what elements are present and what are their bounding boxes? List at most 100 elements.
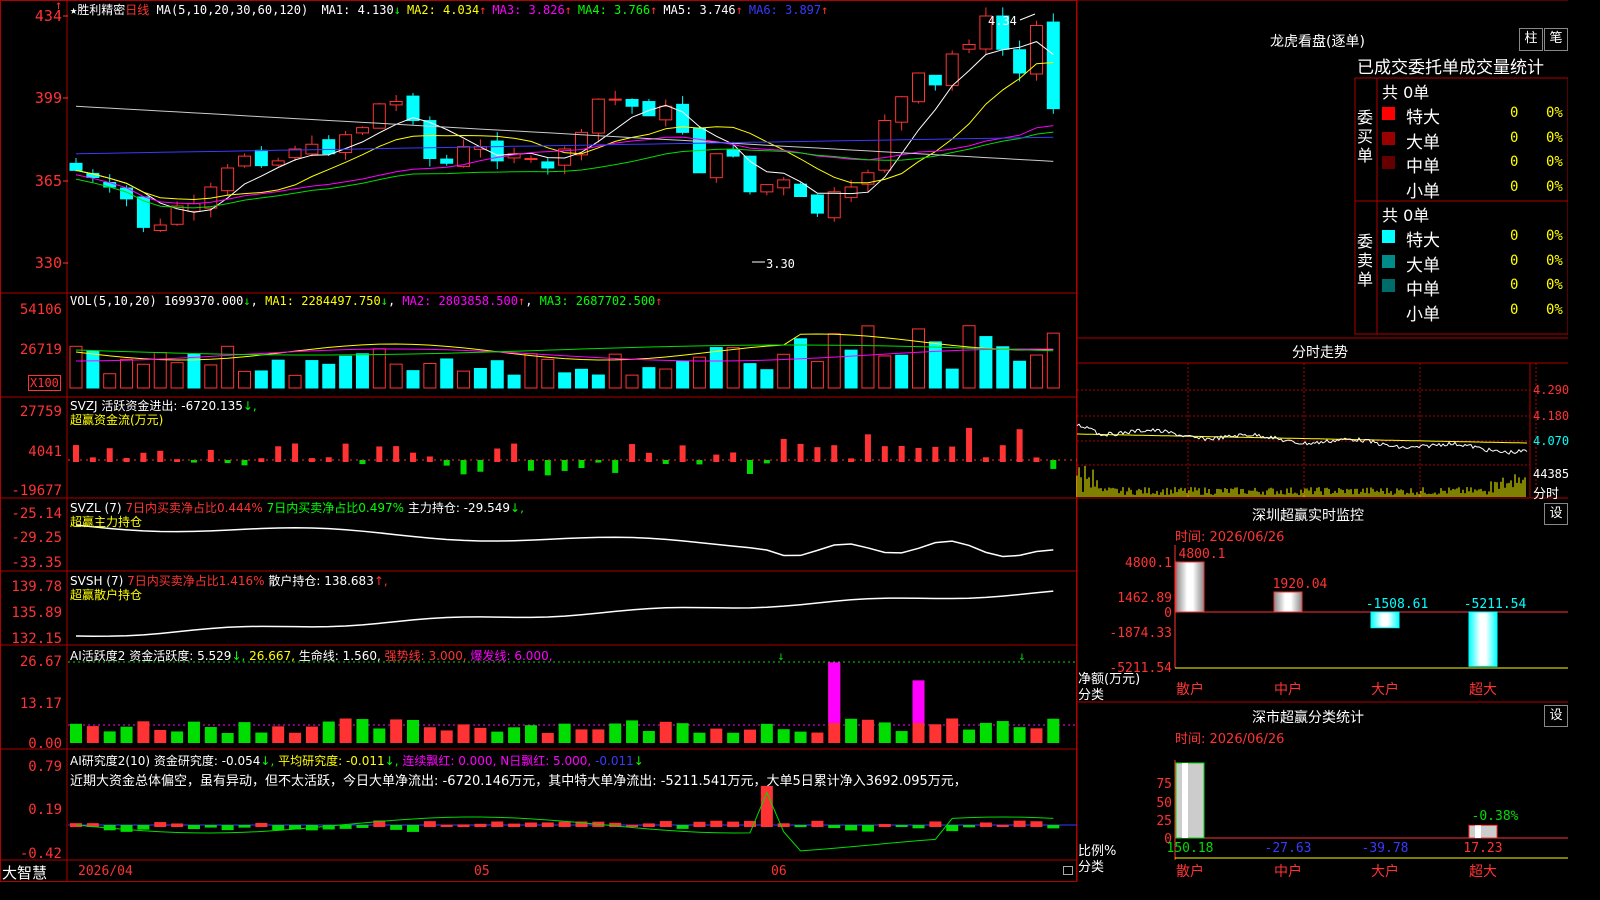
row-pct: 0% (1546, 228, 1563, 244)
ai1-bar (1047, 718, 1060, 743)
ai1-bar (861, 719, 874, 743)
candle-down (625, 98, 639, 107)
ai1-bar (137, 721, 150, 743)
timeline-label-2: 06 (771, 864, 787, 879)
volume-bar (962, 325, 976, 389)
volume-bar (659, 368, 673, 389)
volume-bar (861, 325, 875, 389)
stats-time: 时间: 2026/06/26 (1175, 732, 1285, 747)
stock-name[interactable]: 胜利精密 (77, 3, 125, 17)
monitor-bar (1273, 591, 1303, 613)
lock-icon[interactable] (1063, 866, 1073, 875)
period-label[interactable]: 日线 (125, 3, 149, 17)
ai2-bar (659, 821, 672, 827)
high-price-label: 4.34 (988, 14, 1017, 28)
svzj-bar (999, 445, 1006, 462)
row-pct: 0% (1546, 129, 1563, 146)
row-count: 0 (1510, 178, 1519, 195)
candle-up (709, 153, 723, 179)
bar-view-button[interactable]: 柱 (1519, 28, 1543, 51)
ai2-header: AI研究度2(10) 资金研究度: -0.054↓, 平均研究度: -0.011… (70, 752, 644, 769)
monitor-value-label: 1920.04 (1273, 577, 1328, 592)
volume-bar (170, 362, 184, 389)
ma-item-dir-5: ↑ (735, 3, 743, 17)
svzj-bar (460, 460, 467, 475)
ai1-bar (727, 732, 740, 743)
ai1-bar (524, 725, 537, 743)
svzj-bar (797, 443, 804, 462)
svzl-t3: 主力持仓: -29.549 (407, 501, 511, 515)
ai2-t2: 平均研究度: -0.011 (278, 754, 385, 768)
ai1-bar (187, 721, 200, 743)
monitor-settings-button[interactable]: 设 (1544, 503, 1568, 525)
volume-bar (541, 358, 555, 389)
candle-up (591, 98, 605, 134)
stats-value-label: 17.23 (1463, 841, 1502, 856)
ai1-bar (575, 729, 588, 743)
ai1-bar (373, 728, 386, 743)
row-pct: 0% (1546, 277, 1563, 293)
intraday-y-1: 4.180 (1533, 409, 1570, 423)
ai2-bar (811, 820, 824, 827)
vol-ma3-dir: ↑ (655, 294, 663, 308)
ai2-bar (929, 821, 942, 827)
ai2-bar (845, 825, 858, 831)
row-pct: 0% (1546, 178, 1563, 195)
vol-ma1: MA1: 2284497.750 (265, 294, 381, 308)
stats-settings-button[interactable]: 设 (1544, 705, 1568, 727)
dragon-tabs[interactable]: 已成交委托单成交量统计 (1357, 53, 1568, 78)
volume-bar (895, 354, 909, 389)
svzj-bar (511, 443, 518, 462)
candle-up (1029, 25, 1043, 75)
ai1-bar (642, 730, 655, 743)
svzj-bar (780, 438, 787, 462)
ai1-bar (221, 732, 234, 743)
row-count: 0 (1510, 301, 1519, 318)
candle-down (676, 103, 690, 133)
svzj-bar (292, 443, 299, 462)
vol-ma1-dir: ↓ (380, 294, 388, 308)
stats-extra-label: -0.38% (1472, 809, 1519, 824)
candle-up (878, 120, 892, 171)
main-y-tick: 330 (35, 254, 62, 272)
volume-bar (996, 346, 1010, 389)
svzj-bar (831, 445, 838, 462)
ai2-bar (339, 825, 352, 829)
svzj-subtitle: 超赢资金流(万元) (70, 413, 164, 427)
ai1-bar (558, 723, 571, 743)
ai1-bar (979, 722, 992, 743)
chart-canvas[interactable]: 434399365330↑5410626719277594041-19677-2… (0, 0, 1568, 882)
volume-bar (103, 373, 117, 389)
ai2-bar (238, 825, 251, 828)
tick-view-button[interactable]: 笔 (1544, 28, 1568, 51)
row-swatch (1382, 156, 1395, 169)
ai1-t1: 资金活跃度: 5.529 (129, 649, 232, 663)
svzj-bar (578, 460, 585, 469)
candle-down (1046, 21, 1060, 110)
svzl-t1: 7日内买卖净占比0.444% (125, 501, 263, 515)
candle-up (760, 184, 774, 193)
candle-up (608, 98, 622, 101)
volume-bar (692, 356, 706, 389)
ai2-bar (996, 824, 1009, 827)
ai1-bar (996, 721, 1009, 743)
row-swatch (1382, 107, 1395, 120)
ai2-bar (171, 823, 184, 827)
row-swatch (1382, 279, 1395, 292)
ai2-bar (693, 821, 706, 827)
svsh-t2-dir: ↑, (373, 574, 388, 588)
ai2-bar (828, 825, 841, 829)
svzj-bar (342, 443, 349, 462)
monitor-y-tick: 1462.89 (1117, 591, 1172, 606)
ma-item-2: MA2: 4.034 (406, 3, 480, 17)
ma-item-6: MA6: 3.897 (748, 3, 822, 17)
ai1-t2: 26.667, (249, 649, 295, 663)
svzl-t3-dir: ↓, (510, 501, 524, 515)
volume-bar (912, 328, 925, 389)
svzj-bar (1016, 429, 1023, 462)
volume-bar (743, 363, 757, 389)
ma-item-4: MA4: 3.766 (577, 3, 651, 17)
buy-label: 委买单 (1357, 108, 1374, 165)
volume-bar (355, 353, 369, 389)
ai1-bar (407, 719, 419, 743)
